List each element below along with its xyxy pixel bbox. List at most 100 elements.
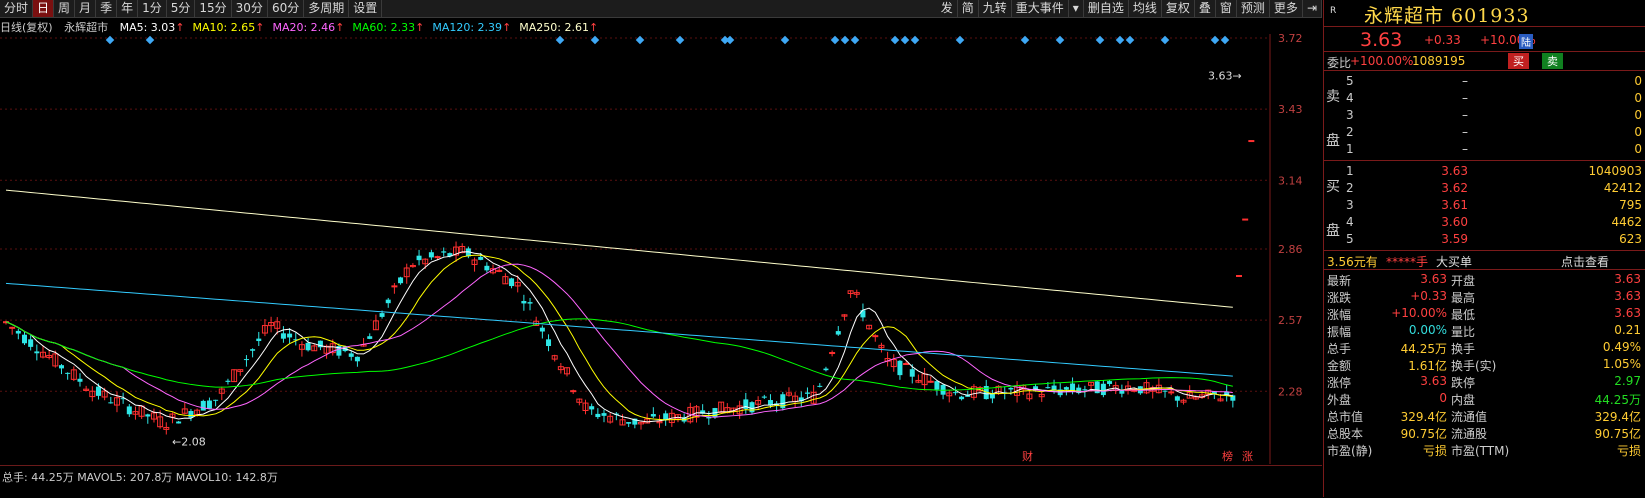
- buy-button[interactable]: 买: [1508, 53, 1529, 69]
- toolbar-button[interactable]: 均线: [1129, 0, 1162, 17]
- candle-body: [348, 353, 354, 357]
- event-marker-icon: [850, 35, 860, 45]
- toolbar-button[interactable]: 预测: [1237, 0, 1270, 17]
- toolbar-button[interactable]: 重大事件: [1012, 0, 1069, 17]
- candle-body: [595, 413, 601, 418]
- view-big-orders-link[interactable]: 点击查看: [1561, 253, 1609, 270]
- candle-body: [434, 256, 441, 259]
- period-tab[interactable]: 月: [75, 0, 97, 17]
- sell-button[interactable]: 卖: [1542, 53, 1563, 69]
- book-row[interactable]: 5 – 0: [1346, 74, 1642, 91]
- event-marker-icon: [910, 35, 920, 45]
- stat-label: 流通值: [1451, 410, 1488, 424]
- stat-value: 1.61亿: [1408, 359, 1447, 373]
- stat-label: 内盘: [1451, 393, 1476, 407]
- toolbar-button[interactable]: 发: [937, 0, 958, 17]
- period-tab[interactable]: 季: [96, 0, 118, 17]
- toolbar-button[interactable]: ▾: [1069, 0, 1084, 17]
- book-row[interactable]: 3 3.61 795: [1346, 198, 1642, 215]
- last-price-tag: 3.63→: [1208, 70, 1242, 83]
- stat-row: 振幅 0.00% 量比 0.21: [1327, 323, 1643, 340]
- toolbar-button[interactable]: 更多: [1270, 0, 1303, 17]
- candle-body: [521, 301, 527, 304]
- book-level: 5: [1346, 74, 1354, 88]
- stat-value: 亏损: [1616, 444, 1641, 458]
- stat-value: 1.05%: [1602, 357, 1641, 371]
- stat-row: 涨停 3.63 跌停 2.97: [1327, 374, 1643, 391]
- period-tab[interactable]: 年: [117, 0, 139, 17]
- pin-icon[interactable]: ⇥: [1303, 0, 1322, 17]
- stat-label: 总股本: [1327, 427, 1364, 441]
- stat-value: 0.49%: [1602, 340, 1641, 354]
- period-tab[interactable]: 60分: [268, 0, 305, 17]
- event-marker-icon: [1115, 35, 1125, 45]
- event-flag: 涨: [1242, 450, 1253, 463]
- period-tab[interactable]: 1分: [138, 0, 167, 17]
- stat-label: 流通股: [1451, 427, 1488, 441]
- book-level: 4: [1346, 91, 1354, 105]
- buy-book: 买盘 1 3.63 1040903 2 3.62 42412 3 3.61 795 4 3.60 446…: [1324, 161, 1645, 251]
- toolbar-button[interactable]: 九转: [979, 0, 1012, 17]
- volume-panel: 总手: 44.25万 MAVOL5: 207.8万 MAVOL10: 142.8…: [0, 465, 1322, 498]
- book-row[interactable]: 4 3.60 4462: [1346, 215, 1642, 232]
- stat-label: 市盈(TTM): [1451, 444, 1510, 458]
- quote-header: R 永辉超市 601933: [1324, 0, 1645, 27]
- event-flag: 财: [1022, 449, 1033, 463]
- candle-body: [872, 335, 879, 338]
- event-marker-icon: [840, 35, 850, 45]
- toolbar-button[interactable]: 删自选: [1084, 0, 1129, 17]
- kline-svg[interactable]: 3.72 3.43 3.14 2.86 2.57 2.28 3.63→ ←2.08 财 榜涨: [0, 32, 1322, 464]
- period-tab[interactable]: 15分: [195, 0, 232, 17]
- book-price: –: [1462, 108, 1468, 122]
- period-tab[interactable]: 周: [54, 0, 76, 17]
- book-row[interactable]: 5 3.59 623: [1346, 232, 1642, 249]
- book-level: 2: [1346, 125, 1354, 139]
- toolbar-button[interactable]: 窗: [1216, 0, 1237, 17]
- candle-body: [546, 339, 552, 347]
- candle-body: [626, 422, 632, 424]
- period-tab[interactable]: 多周期: [304, 0, 350, 17]
- period-tab[interactable]: 设置: [349, 0, 383, 17]
- candle-body: [256, 338, 262, 342]
- stat-label: 跌停: [1451, 376, 1476, 390]
- candle-body: [927, 380, 934, 383]
- book-row[interactable]: 2 3.62 42412: [1346, 181, 1642, 198]
- book-row[interactable]: 1 3.63 1040903: [1346, 164, 1642, 181]
- toolbar-button[interactable]: 叠: [1195, 0, 1216, 17]
- period-tab[interactable]: 5分: [167, 0, 196, 17]
- stat-row: 涨跌 +0.33 最高 3.63: [1327, 289, 1643, 306]
- candle-body: [1174, 396, 1180, 401]
- low-price-label: ←2.08: [172, 435, 206, 448]
- stat-label: 市盈(静): [1327, 444, 1373, 458]
- candle-body: [145, 414, 151, 417]
- kline-chart[interactable]: 3.72 3.43 3.14 2.86 2.57 2.28 3.63→ ←2.08 财 榜涨: [0, 32, 1322, 464]
- up-arrow-icon: ↑: [589, 21, 599, 34]
- candle-body: [1100, 383, 1106, 396]
- event-marker-icon: [955, 35, 965, 45]
- event-marker-icon: [675, 35, 685, 45]
- stock-title: 永辉超市 601933: [1364, 5, 1530, 27]
- event-marker-icon: [1095, 35, 1105, 45]
- ma-line: [5, 254, 1233, 421]
- toolbar-button[interactable]: 复权: [1162, 0, 1195, 17]
- book-row[interactable]: 1 – 0: [1346, 142, 1642, 159]
- connect-badge: 陆: [1519, 34, 1533, 49]
- book-row[interactable]: 3 – 0: [1346, 108, 1642, 125]
- event-marker-icon: [725, 35, 735, 45]
- big-order-qty: *****手: [1386, 255, 1429, 269]
- period-tab[interactable]: 日: [33, 0, 55, 17]
- candle-body: [952, 392, 958, 394]
- book-row[interactable]: 2 – 0: [1346, 125, 1642, 142]
- period-tabs: 分时日周月季年 1分 5分 15分 30分 60分 多周期 设置: [0, 0, 383, 17]
- axis-tick-label: 2.86: [1278, 243, 1303, 256]
- sell-book: 卖盘 5 – 0 4 – 0 3 – 0 2 – 0 1 – 0: [1324, 71, 1645, 161]
- candle-body: [391, 285, 398, 288]
- period-tab[interactable]: 分时: [0, 0, 34, 17]
- book-row[interactable]: 4 – 0: [1346, 91, 1642, 108]
- candle-body: [428, 252, 434, 258]
- candle-body: [126, 406, 132, 415]
- period-tab[interactable]: 30分: [232, 0, 268, 17]
- price-change: +0.33: [1424, 33, 1461, 47]
- stat-label: 开盘: [1451, 274, 1476, 288]
- toolbar-button[interactable]: 简: [958, 0, 979, 17]
